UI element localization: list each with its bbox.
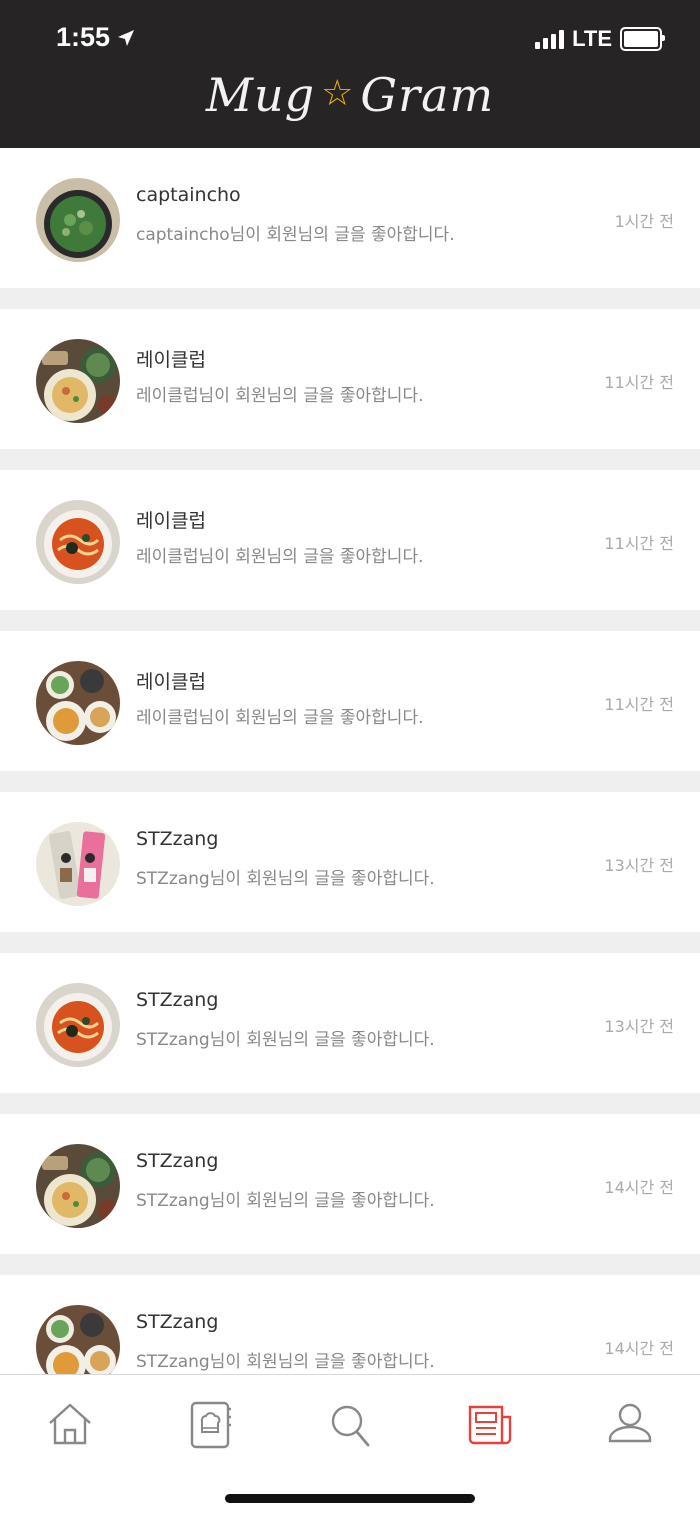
notification-username[interactable]: 레이클럽 xyxy=(136,667,206,694)
post-thumbnail xyxy=(36,500,120,584)
notification-item[interactable]: STZzang STZzang님이 회원님의 글을 좋아합니다. 13시간 전 xyxy=(0,792,700,932)
notification-username[interactable]: STZzang xyxy=(136,989,218,1011)
notification-time: 11시간 전 xyxy=(604,373,674,392)
post-thumbnail xyxy=(36,339,120,423)
status-time: 1:55 xyxy=(56,22,136,53)
notification-item[interactable]: STZzang STZzang님이 회원님의 글을 좋아합니다. 13시간 전 xyxy=(0,953,700,1093)
logo-text-left: Mug xyxy=(205,68,316,122)
signal-icon xyxy=(535,29,565,49)
profile-icon xyxy=(608,1403,652,1443)
avatar[interactable] xyxy=(36,178,120,262)
notification-message: captaincho님이 회원님의 글을 좋아합니다. xyxy=(136,225,455,245)
notification-time: 11시간 전 xyxy=(604,695,674,714)
notification-item[interactable]: 레이클럽레이클럽님이 회원님의 글을 좋아합니다. 11시간 전 xyxy=(0,309,700,449)
notification-time: 13시간 전 xyxy=(604,1017,674,1036)
notification-username[interactable]: STZzang xyxy=(136,828,218,850)
home-indicator[interactable] xyxy=(225,1494,475,1503)
avatar[interactable] xyxy=(36,1144,120,1228)
tab-home[interactable] xyxy=(44,1399,96,1451)
network-label: LTE xyxy=(572,26,612,51)
notifications-screen: 1:55 LTE Mug ☆ Gram captaincho captaincho님이… xyxy=(0,0,700,1515)
notification-message: STZzang님이 회원님의 글을 좋아합니다. xyxy=(136,869,435,889)
notification-item[interactable]: captaincho captaincho님이 회원님의 글을 좋아합니다. 1시간… xyxy=(0,148,700,288)
notification-message: STZzang님이 회원님의 글을 좋아합니다. xyxy=(136,1191,435,1211)
notification-time: 14시간 전 xyxy=(604,1178,674,1197)
notification-time: 13시간 전 xyxy=(604,856,674,875)
notification-message: 레이클럽님이 회원님의 글을 좋아합니다. xyxy=(136,386,424,406)
avatar[interactable] xyxy=(36,500,120,584)
notification-item[interactable]: 레이클럽레이클럽님이 회원님의 글을 좋아합니다. 11시간 전 xyxy=(0,470,700,610)
notification-message: 레이클럽님이 회원님의 글을 좋아합니다. xyxy=(136,547,424,567)
location-arrow-icon xyxy=(118,29,135,46)
app-header: 1:55 LTE Mug ☆ Gram xyxy=(0,0,700,148)
post-thumbnail xyxy=(36,822,120,906)
status-indicators: LTE xyxy=(535,26,665,52)
notification-message: 레이클럽님이 회원님의 글을 좋아합니다. xyxy=(136,708,424,728)
notification-time: 1시간 전 xyxy=(614,212,674,231)
notification-item[interactable]: 레이클럽레이클럽님이 회원님의 글을 좋아합니다. 11시간 전 xyxy=(0,631,700,771)
notification-username[interactable]: 레이클럽 xyxy=(136,506,206,533)
notification-username[interactable]: STZzang xyxy=(136,1311,218,1333)
notification-time: 11시간 전 xyxy=(604,534,674,553)
notification-username[interactable]: 레이클럽 xyxy=(136,345,206,372)
post-thumbnail xyxy=(36,661,120,745)
notification-username[interactable]: captaincho xyxy=(136,184,241,206)
battery-icon xyxy=(620,27,665,51)
search-icon xyxy=(331,1405,370,1447)
notification-username[interactable]: STZzang xyxy=(136,1150,218,1172)
avatar[interactable] xyxy=(36,339,120,423)
home-icon xyxy=(49,1403,91,1445)
notification-message: STZzang님이 회원님의 글을 좋아합니다. xyxy=(136,1352,435,1372)
notification-list: captaincho captaincho님이 회원님의 글을 좋아합니다. 1시간… xyxy=(0,148,700,1436)
star-icon: ☆ xyxy=(321,73,355,114)
avatar[interactable] xyxy=(36,983,120,1067)
tab-bar xyxy=(0,1374,700,1515)
tab-search[interactable] xyxy=(324,1399,376,1451)
notification-message: STZzang님이 회원님의 글을 좋아합니다. xyxy=(136,1030,435,1050)
logo-text-right: Gram xyxy=(360,68,495,122)
avatar[interactable] xyxy=(36,661,120,745)
news-icon xyxy=(468,1405,512,1445)
tab-profile[interactable] xyxy=(604,1399,656,1451)
post-thumbnail xyxy=(36,983,120,1067)
tab-news[interactable] xyxy=(464,1399,516,1451)
recipe-book-icon xyxy=(190,1401,231,1449)
avatar[interactable] xyxy=(36,822,120,906)
post-thumbnail xyxy=(36,1144,120,1228)
post-thumbnail xyxy=(36,178,120,262)
status-time-text: 1:55 xyxy=(56,22,111,52)
notification-time: 14시간 전 xyxy=(604,1339,674,1358)
app-logo: Mug ☆ Gram xyxy=(0,68,700,122)
notification-item[interactable]: STZzang STZzang님이 회원님의 글을 좋아합니다. 14시간 전 xyxy=(0,1114,700,1254)
tab-recipes[interactable] xyxy=(184,1399,236,1451)
